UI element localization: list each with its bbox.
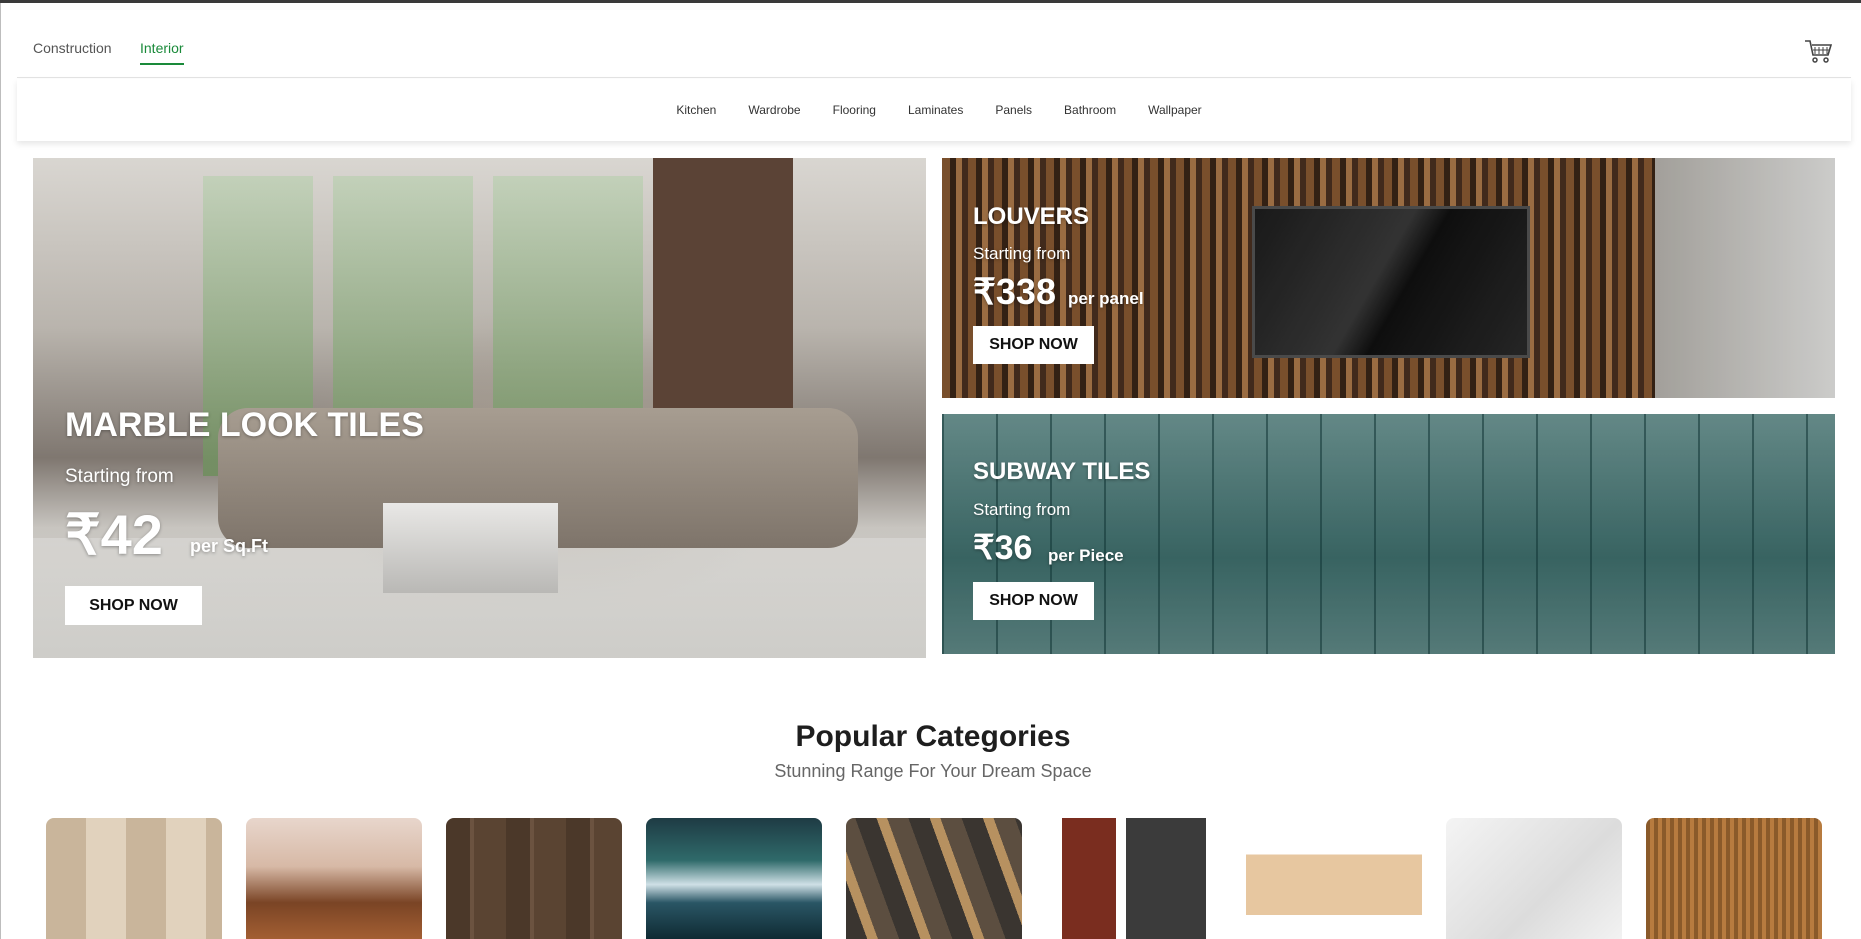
nav-item-laminates[interactable]: Laminates [908, 103, 963, 117]
category-card-quartz[interactable] [1446, 818, 1622, 939]
category-card-stone-tiles[interactable] [46, 818, 222, 939]
banner-price: ₹36 [973, 529, 1033, 567]
nav-item-panels[interactable]: Panels [995, 103, 1032, 117]
banner-price: ₹338 [973, 271, 1056, 312]
banner-subtitle: Starting from [973, 244, 1071, 263]
category-card-kitchen[interactable] [246, 818, 422, 939]
banner-subway-tiles[interactable]: SUBWAY TILES Starting from ₹36 per Piece… [942, 414, 1835, 654]
shop-now-button[interactable]: SHOP NOW [973, 326, 1094, 364]
nav-item-bathroom[interactable]: Bathroom [1064, 103, 1116, 117]
banner-louvers[interactable]: LOUVERS Starting from ₹338 per panel SHO… [942, 158, 1835, 398]
banner-subtitle: Starting from [973, 500, 1071, 519]
banner-title: MARBLE LOOK TILES [65, 406, 424, 444]
banner-subtitle: Starting from [65, 466, 174, 487]
shop-now-button[interactable]: SHOP NOW [973, 582, 1094, 620]
nav-item-kitchen[interactable]: Kitchen [676, 103, 716, 117]
banner-title: LOUVERS [973, 203, 1090, 230]
banner-unit: per Sq.Ft [190, 536, 269, 556]
marble-table-image [383, 503, 558, 593]
tab-interior[interactable]: Interior [140, 40, 184, 65]
category-nav: Kitchen Wardrobe Flooring Laminates Pane… [17, 79, 1851, 141]
category-card-panels[interactable] [846, 818, 1022, 939]
left-border [0, 3, 1, 939]
shop-now-button[interactable]: SHOP NOW [65, 586, 202, 625]
cart-icon[interactable] [1803, 37, 1833, 65]
banner-title: SUBWAY TILES [973, 458, 1151, 485]
tab-construction[interactable]: Construction [33, 40, 112, 56]
banner-price: ₹42 [65, 503, 163, 566]
category-card-plywood[interactable] [1246, 818, 1422, 939]
category-card-wardrobe[interactable] [446, 818, 622, 939]
category-card-wallpaper[interactable] [646, 818, 822, 939]
nav-item-flooring[interactable]: Flooring [833, 103, 876, 117]
header: Construction Interior [17, 3, 1851, 78]
banner-unit: per Piece [1048, 546, 1124, 565]
banner-unit: per panel [1068, 289, 1144, 308]
banner-marble-look-tiles[interactable]: MARBLE LOOK TILES Starting from ₹42 per … [33, 158, 926, 658]
category-card-louvers[interactable] [1646, 818, 1822, 939]
section-subtitle: Stunning Range For Your Dream Space [774, 761, 1092, 781]
section-title: Popular Categories [795, 720, 1071, 753]
nav-item-wallpaper[interactable]: Wallpaper [1148, 103, 1202, 117]
nav-item-wardrobe[interactable]: Wardrobe [748, 103, 800, 117]
category-card-doors[interactable] [1046, 818, 1222, 939]
